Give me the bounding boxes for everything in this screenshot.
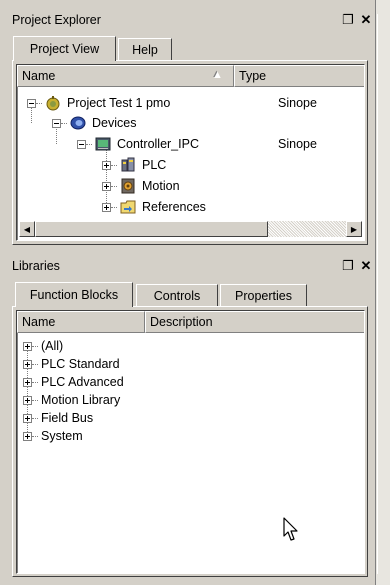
library-item-label: PLC Standard: [41, 357, 120, 371]
tree-item-plc[interactable]: PLC: [102, 155, 166, 175]
close-icon[interactable]: ✕: [357, 258, 375, 274]
tree-item-label: Devices: [92, 116, 137, 130]
library-item-plc-advanced[interactable]: PLC Advanced: [23, 373, 124, 391]
tree-item-label: Project Test 1 pmo: [67, 96, 171, 110]
project-icon: [45, 95, 61, 111]
tab-function-blocks[interactable]: Function Blocks: [15, 282, 133, 308]
tree-item-label: Motion: [142, 179, 180, 193]
right-panel-edge: [375, 0, 390, 585]
project-tree-view[interactable]: Name ▲ Type Project Test 1 pmo Sinope De…: [16, 64, 365, 241]
expand-icon[interactable]: [102, 181, 111, 191]
expand-icon[interactable]: [102, 160, 111, 170]
libraries-title: Libraries: [12, 259, 60, 273]
tab-controls[interactable]: Controls: [136, 284, 218, 306]
expand-icon[interactable]: [23, 377, 32, 387]
tree-item-label: PLC: [142, 158, 167, 172]
column-header-description-label: Description: [150, 315, 213, 329]
tree-item-label: References: [142, 200, 206, 214]
references-icon: [120, 199, 136, 215]
column-header-name-label: Name: [22, 315, 56, 329]
column-header-name[interactable]: Name ▲: [17, 65, 234, 87]
expand-icon[interactable]: [23, 395, 32, 405]
tree-item-references[interactable]: References: [102, 197, 206, 217]
column-header-type-label: Type: [239, 69, 267, 83]
function-blocks-list[interactable]: Name Description (All) PLC Standard PLC …: [16, 310, 365, 574]
float-window-icon[interactable]: ❐: [339, 12, 357, 28]
tab-help[interactable]: Help: [118, 38, 172, 60]
project-explorer-titlebar: Project Explorer ❐ ✕: [8, 9, 375, 31]
horizontal-scrollbar[interactable]: ◀ ▶: [19, 221, 362, 237]
tab-help-label: Help: [132, 42, 158, 57]
close-icon[interactable]: ✕: [357, 12, 375, 28]
library-item-plc-standard[interactable]: PLC Standard: [23, 355, 120, 373]
sort-arrow-icon: ▲: [212, 69, 223, 81]
expand-icon[interactable]: [23, 341, 32, 351]
library-item-label: Field Bus: [41, 411, 94, 425]
library-item-label: PLC Advanced: [41, 375, 124, 389]
library-item-label: Motion Library: [41, 393, 121, 407]
tree-item-devices[interactable]: Devices: [52, 113, 136, 133]
project-explorer-title: Project Explorer: [12, 13, 101, 27]
tab-project-view[interactable]: Project View: [13, 36, 116, 62]
expand-icon[interactable]: [23, 413, 32, 423]
column-header-type[interactable]: Type: [234, 65, 364, 87]
expand-icon[interactable]: [23, 359, 32, 369]
library-item-label: System: [41, 429, 83, 443]
library-item-system[interactable]: System: [23, 427, 83, 445]
libraries-titlebar: Libraries ❐ ✕: [8, 255, 375, 277]
library-item-all[interactable]: (All): [23, 337, 63, 355]
tab-project-view-label: Project View: [29, 42, 100, 56]
tree-item-motion[interactable]: Motion: [102, 176, 180, 196]
controller-icon: [95, 136, 111, 152]
column-header-name[interactable]: Name: [17, 311, 145, 333]
tab-function-blocks-label: Function Blocks: [29, 288, 119, 302]
expand-icon[interactable]: [23, 431, 32, 441]
library-item-label: (All): [41, 339, 64, 353]
column-header-description[interactable]: Description: [145, 311, 364, 333]
tree-item-type: Sinope: [278, 96, 317, 110]
tree-item-controller-ipc[interactable]: Controller_IPC: [77, 134, 199, 154]
float-window-icon[interactable]: ❐: [339, 258, 357, 274]
tree-item-label: Controller_IPC: [117, 137, 199, 151]
plc-icon: [120, 157, 136, 173]
tab-properties[interactable]: Properties: [220, 284, 307, 306]
mouse-cursor-icon: [283, 517, 298, 541]
scroll-left-icon[interactable]: ◀: [19, 221, 35, 237]
motion-icon: [120, 178, 136, 194]
scroll-right-icon[interactable]: ▶: [346, 221, 362, 237]
devices-icon: [70, 115, 86, 131]
scrollbar-track[interactable]: [268, 221, 346, 237]
library-item-field-bus[interactable]: Field Bus: [23, 409, 93, 427]
tree-item-project[interactable]: Project Test 1 pmo: [27, 93, 170, 113]
scrollbar-thumb[interactable]: [35, 221, 268, 237]
library-item-motion-library[interactable]: Motion Library: [23, 391, 120, 409]
expand-icon[interactable]: [102, 202, 111, 212]
collapse-icon[interactable]: [77, 139, 86, 149]
column-header-name-label: Name: [22, 69, 56, 83]
tab-properties-label: Properties: [235, 288, 292, 303]
collapse-icon[interactable]: [52, 118, 61, 128]
tree-item-type: Sinope: [278, 137, 317, 151]
collapse-icon[interactable]: [27, 98, 36, 108]
tab-controls-label: Controls: [153, 288, 201, 303]
